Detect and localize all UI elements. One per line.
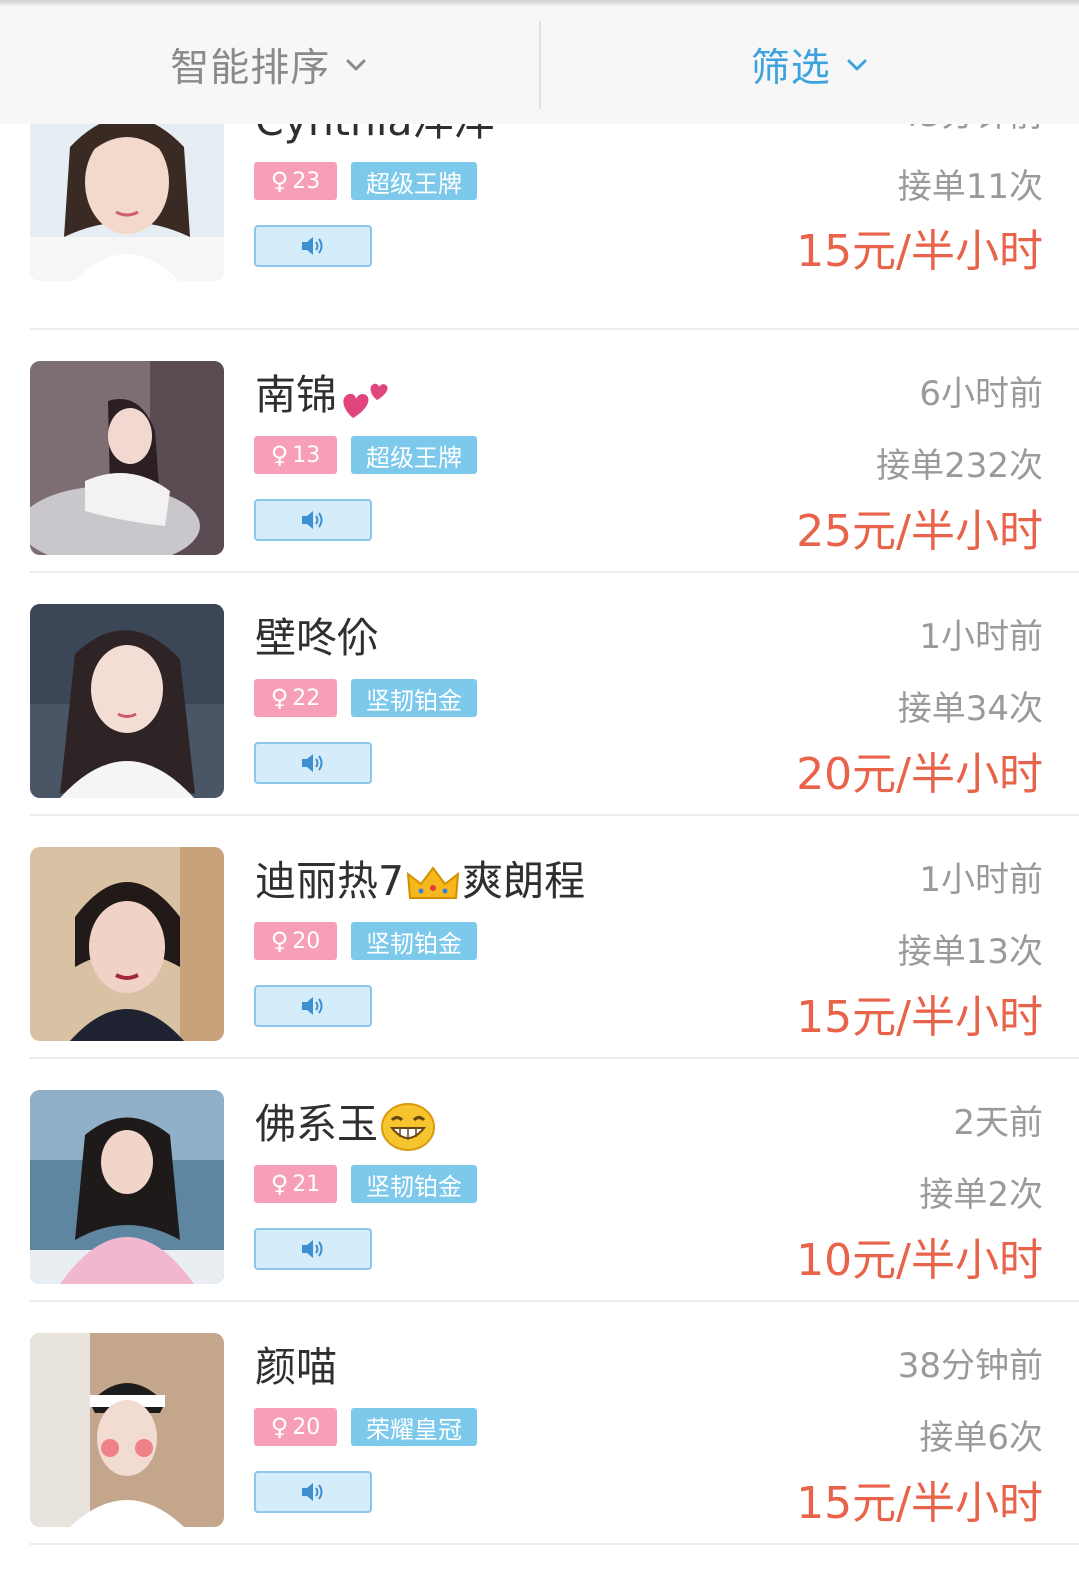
filter-bar: 智能排序 筛选 [0, 6, 1079, 124]
list-item[interactable]: 佛系玉 ♀ 21 坚韧铂金 2天前 接单2次 10元/半小时 [0, 1059, 1079, 1302]
rank-badge: 坚韧铂金 [351, 1165, 477, 1203]
voice-button[interactable] [254, 985, 372, 1027]
voice-button[interactable] [254, 1228, 372, 1270]
age-value: 21 [292, 1171, 321, 1197]
last-active-time: 38分钟前 [897, 1346, 1043, 1386]
rank-badge: 荣耀皇冠 [351, 1408, 477, 1446]
companion-name-part2: 爽朗程 [462, 857, 586, 905]
price: 20元/半小时 [796, 749, 1043, 800]
last-active-time: 6小时前 [919, 374, 1043, 414]
crown-icon [406, 864, 460, 904]
last-active-time: 43分钟前 [898, 124, 1043, 136]
rank-badge: 坚韧铂金 [351, 679, 477, 717]
list-item[interactable]: 颜喵 ♀ 20 荣耀皇冠 38分钟前 接单6次 15元/半小时 [0, 1302, 1079, 1545]
list-item[interactable]: 南锦 ♀ 13 超级王牌 6小时前 接单232次 25元/半小时 [0, 330, 1079, 573]
order-count: 接单232次 [876, 446, 1043, 486]
companion-name-text: 佛系玉 [255, 1100, 378, 1148]
last-active-time: 1小时前 [919, 860, 1043, 900]
female-icon: ♀ [270, 1413, 289, 1441]
sort-label: 智能排序 [170, 46, 331, 91]
last-active-time: 1小时前 [919, 617, 1043, 657]
order-count: 接单2次 [919, 1175, 1043, 1215]
speaker-icon [302, 237, 323, 255]
companion-name: 壁咚伱 [255, 614, 378, 662]
avatar[interactable] [30, 1090, 224, 1284]
filter-dropdown[interactable]: 筛选 [541, 6, 1079, 124]
last-active-time: 2天前 [953, 1103, 1043, 1143]
age-badge: ♀ 22 [254, 679, 337, 717]
sort-dropdown[interactable]: 智能排序 [0, 6, 539, 124]
companion-name-part1: 迪丽热7 [255, 857, 405, 905]
companion-name: 颜喵 [255, 1343, 337, 1391]
speaker-icon [302, 754, 323, 772]
grinning-face-icon [380, 1102, 436, 1152]
two-hearts-icon [339, 374, 393, 422]
age-badge: ♀ 20 [254, 1408, 337, 1446]
female-icon: ♀ [270, 927, 289, 955]
companion-name: Cynthia洋洋 [255, 124, 494, 147]
female-icon: ♀ [270, 441, 289, 469]
chevron-down-icon [845, 53, 869, 77]
rank-badge: 超级王牌 [351, 436, 477, 474]
rank-badge: 超级王牌 [351, 162, 477, 200]
age-value: 20 [292, 928, 321, 954]
age-value: 13 [292, 442, 321, 468]
speaker-icon [302, 997, 323, 1015]
price: 15元/半小时 [796, 1478, 1043, 1529]
order-count: 接单6次 [919, 1418, 1043, 1458]
list-item[interactable]: 迪丽热7 爽朗程 ♀ 20 坚韧铂金 1小时前 接单13次 15元/半小时 [0, 816, 1079, 1059]
age-value: 20 [292, 1414, 321, 1440]
order-count: 接单13次 [897, 932, 1043, 972]
price: 15元/半小时 [796, 992, 1043, 1043]
companion-list: Cynthia洋洋 ♀ 23 超级王牌 43分钟前 接单11次 15元/半小时 [0, 124, 1079, 1577]
companion-name: 南锦 [255, 361, 395, 422]
female-icon: ♀ [270, 167, 289, 195]
voice-button[interactable] [254, 225, 372, 267]
age-badge: ♀ 21 [254, 1165, 337, 1203]
age-badge: ♀ 13 [254, 436, 337, 474]
rank-badge: 坚韧铂金 [351, 922, 477, 960]
avatar[interactable] [30, 1333, 224, 1527]
avatar[interactable] [30, 604, 224, 798]
list-item[interactable]: Cynthia洋洋 ♀ 23 超级王牌 43分钟前 接单11次 15元/半小时 [0, 124, 1079, 330]
voice-button[interactable] [254, 742, 372, 784]
age-badge: ♀ 20 [254, 922, 337, 960]
row-divider [30, 1543, 1079, 1545]
avatar[interactable] [30, 847, 224, 1041]
avatar[interactable] [30, 124, 224, 281]
list-item[interactable]: 壁咚伱 ♀ 22 坚韧铂金 1小时前 接单34次 20元/半小时 [0, 573, 1079, 816]
filter-label: 筛选 [750, 46, 831, 91]
order-count: 接单11次 [897, 167, 1043, 207]
price: 25元/半小时 [796, 506, 1043, 557]
companion-name: 迪丽热7 爽朗程 [255, 847, 585, 907]
female-icon: ♀ [270, 1170, 289, 1198]
age-value: 23 [292, 168, 321, 194]
speaker-icon [302, 1240, 323, 1258]
price: 10元/半小时 [796, 1235, 1043, 1286]
order-count: 接单34次 [897, 689, 1043, 729]
avatar[interactable] [30, 361, 224, 555]
female-icon: ♀ [270, 684, 289, 712]
age-value: 22 [292, 685, 321, 711]
voice-button[interactable] [254, 1471, 372, 1513]
price: 15元/半小时 [796, 226, 1043, 277]
companion-name: 佛系玉 [255, 1090, 438, 1152]
companion-name-text: 南锦 [255, 371, 337, 419]
voice-button[interactable] [254, 499, 372, 541]
chevron-down-icon [344, 53, 368, 77]
age-badge: ♀ 23 [254, 162, 337, 200]
speaker-icon [302, 511, 323, 529]
speaker-icon [302, 1483, 323, 1501]
